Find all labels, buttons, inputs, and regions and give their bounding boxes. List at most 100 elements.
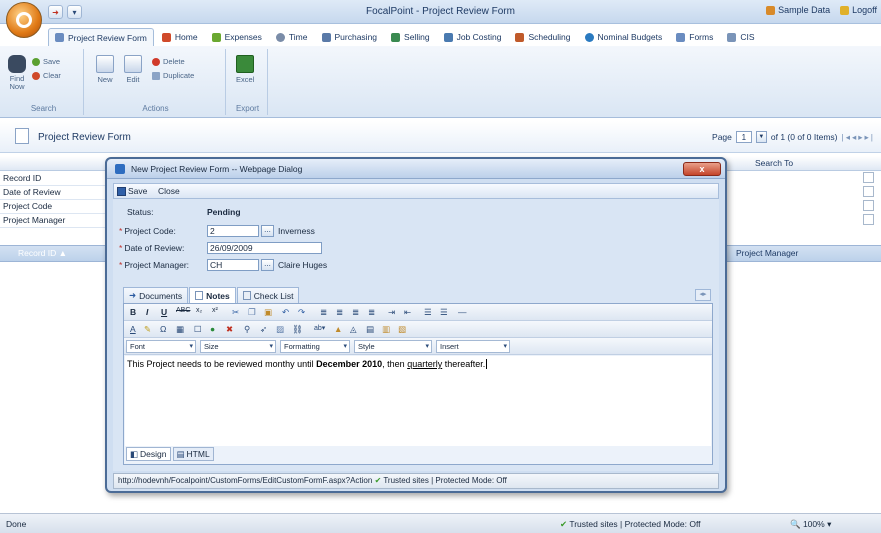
status-value: Pending — [207, 207, 241, 217]
justify-icon[interactable]: ≣ — [368, 307, 375, 318]
project-code-description: Inverness — [278, 226, 315, 236]
formatting-select[interactable]: Formatting ▾ — [280, 340, 350, 353]
editor-content-area[interactable]: This Project needs to be reviewed monthy… — [125, 356, 711, 446]
indent-icon[interactable]: ⇥ — [388, 307, 395, 318]
project-code-input[interactable]: 2 — [207, 225, 259, 237]
clear-search-button[interactable]: Clear — [32, 71, 61, 80]
dialog-save-button[interactable]: Save — [117, 186, 147, 196]
copy-icon[interactable]: ❐ — [248, 307, 256, 318]
save-search-button[interactable]: Save — [32, 57, 60, 66]
dialog-title-bar: New Project Review Form -- Webpage Dialo… — [107, 159, 725, 179]
dialog-close-toolbar-button[interactable]: Close — [158, 186, 180, 196]
numbered-list-icon[interactable]: ☰ — [424, 307, 432, 318]
results-column-record-id[interactable]: Record ID ▲ — [18, 248, 67, 258]
highlight-icon[interactable]: ✎ — [144, 324, 151, 335]
tab-forms[interactable]: Forms — [670, 28, 719, 46]
tab-nominal-budgets[interactable]: Nominal Budgets — [579, 28, 669, 46]
delete-icon — [152, 57, 160, 66]
edit-button[interactable]: Edit — [124, 55, 142, 84]
tab-home[interactable]: Home — [156, 28, 204, 46]
delete-button[interactable]: Delete — [152, 57, 185, 66]
dialog-close-button[interactable]: x — [683, 162, 721, 176]
search-checkbox[interactable] — [863, 200, 874, 211]
pager-nav-icon[interactable]: |◂◂▸▸| — [842, 132, 875, 143]
align-right-icon[interactable]: ≣ — [352, 307, 359, 318]
project-manager-input[interactable]: CH — [207, 259, 259, 271]
date-of-review-input[interactable]: 26/09/2009 — [207, 242, 322, 254]
insert-text-icon[interactable]: ab▾ — [314, 324, 325, 332]
paste-special-icon[interactable]: ▧ — [398, 324, 406, 335]
html-mode-tab[interactable]: ▤ HTML — [172, 447, 214, 461]
insert-media-icon[interactable]: ▲ — [334, 324, 342, 334]
replace-icon[interactable]: ➶ — [260, 324, 267, 335]
bold-icon[interactable]: B — [130, 307, 136, 317]
style-select[interactable]: Style ▾ — [354, 340, 432, 353]
tab-time[interactable]: Time — [270, 28, 314, 46]
project-code-lookup-button[interactable]: ... — [261, 225, 274, 237]
duplicate-button[interactable]: Duplicate — [152, 71, 194, 80]
align-left-icon[interactable]: ≣ — [320, 307, 327, 318]
insert-snippet-icon[interactable]: ▥ — [382, 324, 390, 335]
size-select[interactable]: Size ▾ — [200, 340, 276, 353]
page-dropdown-icon[interactable]: ▼ — [755, 131, 767, 143]
italic-icon[interactable]: I — [146, 307, 148, 317]
remove-format-icon[interactable]: ✖ — [226, 324, 233, 335]
bulleted-list-icon[interactable]: ☰ — [440, 307, 448, 318]
project-manager-lookup-button[interactable]: ... — [261, 259, 274, 271]
spellcheck-icon[interactable]: ● — [210, 324, 215, 334]
design-icon: ◧ — [130, 448, 139, 459]
find-now-button[interactable]: Find Now — [6, 55, 28, 91]
page-number-input[interactable]: 1 — [735, 131, 752, 143]
insert-select[interactable]: Insert ▾ — [436, 340, 510, 353]
new-button[interactable]: New — [96, 55, 114, 84]
special-character-icon[interactable]: Ω — [160, 324, 166, 334]
tab-selling[interactable]: Selling — [385, 28, 436, 46]
font-color-icon[interactable]: A — [130, 324, 136, 334]
insert-symbol-icon[interactable]: ◬ — [350, 324, 357, 335]
logoff-link[interactable]: Logoff — [840, 5, 877, 15]
superscript-icon[interactable]: x² — [212, 307, 218, 314]
cut-icon[interactable]: ✂ — [232, 307, 239, 318]
editor-insert-toolbar: A ✎ Ω ▦ ☐ ● ✖ ⚲ ➶ ▨ ⛓ ab▾ ▲ ◬ ▤ ▥ ▧ — [124, 321, 712, 338]
font-select[interactable]: Font ▾ — [126, 340, 196, 353]
tab-project-review-form[interactable]: Project Review Form — [48, 28, 154, 46]
trusted-check-icon: ✔ — [560, 519, 568, 529]
find-icon[interactable]: ⚲ — [244, 324, 250, 335]
application-orb-button[interactable] — [6, 2, 42, 38]
user-link[interactable]: Sample Data — [766, 5, 830, 15]
zoom-control[interactable]: 🔍 100% ▾ — [790, 519, 831, 530]
tab-check-list[interactable]: Check List — [236, 287, 300, 303]
insert-image-icon[interactable]: ▨ — [276, 324, 284, 335]
design-mode-tab[interactable]: ◧ Design — [126, 447, 171, 461]
search-checkbox[interactable] — [863, 172, 874, 183]
outdent-icon[interactable]: ⇤ — [404, 307, 411, 318]
tab-job-costing[interactable]: Job Costing — [438, 28, 508, 46]
paste-icon[interactable]: ▣ — [264, 307, 272, 318]
search-checkbox[interactable] — [863, 186, 874, 197]
tab-cis[interactable]: CIS — [721, 28, 760, 46]
subscript-icon[interactable]: x₂ — [196, 307, 202, 314]
tab-scheduling[interactable]: Scheduling — [509, 28, 576, 46]
search-checkbox[interactable] — [863, 214, 874, 225]
tab-purchasing[interactable]: Purchasing — [316, 28, 384, 46]
tab-documents[interactable]: ➜ Documents — [123, 287, 189, 303]
project-manager-description: Claire Huges — [278, 260, 328, 270]
undo-icon[interactable]: ↶ — [282, 307, 289, 318]
horizontal-rule-icon[interactable]: — — [458, 307, 467, 317]
insert-template-icon[interactable]: ▤ — [366, 324, 374, 335]
results-column-project-manager[interactable]: Project Manager — [736, 248, 798, 258]
tab-scroll-icon[interactable]: ◂▸ — [695, 289, 711, 301]
underline-icon[interactable]: U — [161, 307, 167, 317]
insert-box-icon[interactable]: ☐ — [194, 324, 202, 335]
insert-link-icon[interactable]: ⛓ — [292, 324, 303, 335]
excel-button[interactable]: Excel — [236, 55, 254, 84]
redo-icon[interactable]: ↷ — [298, 307, 305, 318]
orb-ring-icon — [16, 12, 32, 28]
tab-notes[interactable]: Notes — [189, 287, 236, 303]
tab-expenses[interactable]: Expenses — [206, 28, 268, 46]
insert-table-icon[interactable]: ▦ — [176, 324, 184, 335]
project-code-label: * Project Code: — [119, 226, 176, 236]
strikethrough-icon[interactable]: ABC — [176, 307, 190, 314]
cis-icon — [727, 32, 737, 42]
align-center-icon[interactable]: ≣ — [336, 307, 343, 318]
